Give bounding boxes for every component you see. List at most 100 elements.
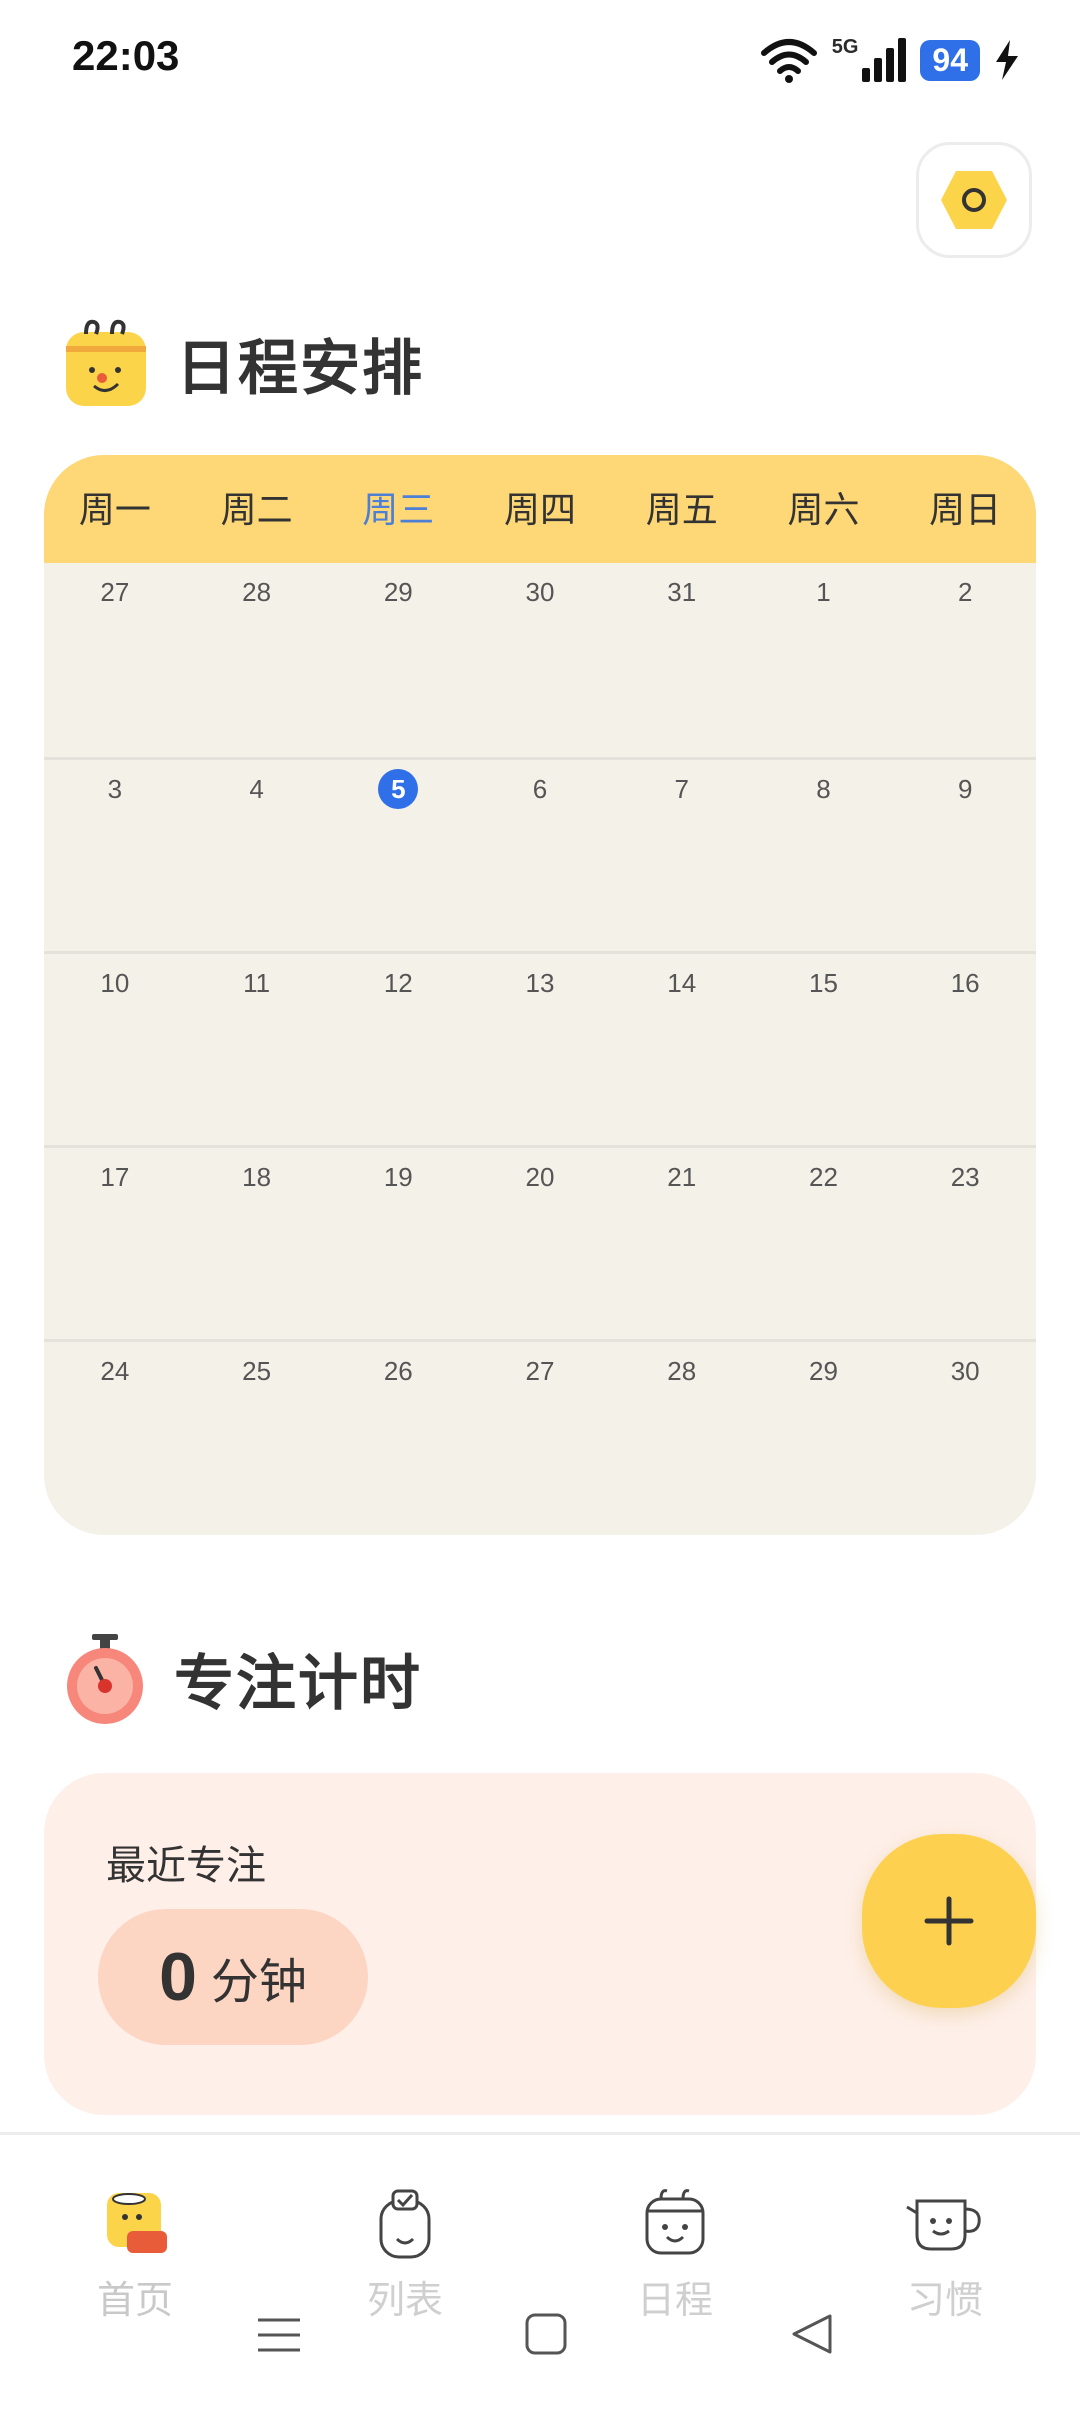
calendar-day-cell[interactable]: 24 bbox=[44, 1342, 186, 1533]
calendar-day-number: 13 bbox=[525, 968, 555, 998]
menu-icon[interactable] bbox=[256, 2312, 302, 2358]
calendar-day-number: 20 bbox=[525, 1162, 555, 1192]
calendar-day-cell[interactable]: 22 bbox=[753, 1148, 895, 1339]
calendar-week-row: 17 18 19 20 21 22 23 bbox=[44, 1145, 1036, 1339]
back-icon[interactable] bbox=[790, 2312, 834, 2356]
weekday-label: 周二 bbox=[220, 490, 293, 531]
calendar-day-cell[interactable]: 17 bbox=[44, 1148, 186, 1339]
calendar-day-number: 27 bbox=[100, 577, 130, 607]
calendar-day-cell[interactable]: 4 bbox=[186, 760, 328, 951]
weekday-label: 周四 bbox=[504, 490, 577, 531]
add-button[interactable] bbox=[862, 1834, 1036, 2008]
calendar-day-cell-today[interactable]: 5 bbox=[327, 760, 469, 951]
calendar-day-cell[interactable]: 20 bbox=[469, 1148, 611, 1339]
calendar-day-cell[interactable]: 27 bbox=[44, 563, 186, 757]
calendar-day-number: 10 bbox=[100, 968, 130, 998]
home-mascot-icon bbox=[107, 2193, 167, 2253]
calendar-day-cell[interactable]: 30 bbox=[894, 1342, 1036, 1533]
calendar-day-cell[interactable]: 8 bbox=[753, 760, 895, 951]
calendar-day-cell[interactable]: 7 bbox=[611, 760, 753, 951]
calendar-day-number: 31 bbox=[667, 577, 697, 607]
calendar-day-cell[interactable]: 31 bbox=[611, 563, 753, 757]
calendar-day-cell[interactable]: 12 bbox=[327, 954, 469, 1145]
calendar-day-number: 27 bbox=[525, 1356, 555, 1386]
calendar-week-row: 3 4 5 6 7 8 9 bbox=[44, 757, 1036, 951]
calendar-day-number: 26 bbox=[383, 1356, 413, 1386]
charging-icon bbox=[996, 40, 1018, 80]
calendar-day-number: 6 bbox=[532, 774, 548, 804]
calendar-day-number: 21 bbox=[667, 1162, 697, 1192]
calendar-day-number: 16 bbox=[950, 968, 980, 998]
calendar-week-row: 27 28 29 30 31 1 2 bbox=[44, 563, 1036, 757]
calendar-day-number: 8 bbox=[816, 774, 831, 804]
calendar-day-number: 9 bbox=[957, 774, 973, 804]
calendar-day-cell[interactable]: 19 bbox=[327, 1148, 469, 1339]
calendar-day-cell[interactable]: 13 bbox=[469, 954, 611, 1145]
stopwatch-icon bbox=[67, 1634, 143, 1724]
settings-button[interactable] bbox=[916, 142, 1032, 258]
signal-icon: 5G bbox=[831, 36, 907, 82]
calendar-day-number: 7 bbox=[674, 774, 689, 804]
calendar-day-cell[interactable]: 16 bbox=[894, 954, 1036, 1145]
network-type: 5G bbox=[831, 36, 859, 58]
calendar-day-cell[interactable]: 29 bbox=[753, 1342, 895, 1533]
calendar-day-cell[interactable]: 6 bbox=[469, 760, 611, 951]
calendar-day-number: 2 bbox=[957, 577, 973, 607]
calendar-day-cell[interactable]: 28 bbox=[611, 1342, 753, 1533]
calendar-day-cell[interactable]: 1 bbox=[753, 563, 895, 757]
focus-minutes: 0 bbox=[159, 1939, 197, 2015]
calendar-day-cell[interactable]: 14 bbox=[611, 954, 753, 1145]
calendar-week-row: 24 25 26 27 28 29 30 bbox=[44, 1339, 1036, 1533]
calendar-day-cell[interactable]: 27 bbox=[469, 1342, 611, 1533]
calendar-day-number: 30 bbox=[950, 1356, 980, 1386]
calendar-mascot-icon bbox=[645, 2189, 705, 2255]
focus-section-header: 专注计时 bbox=[64, 1632, 422, 1724]
settings-hex-icon bbox=[941, 171, 1007, 229]
status-icons: 5G 94 bbox=[760, 34, 1020, 86]
calendar-day-cell[interactable]: 15 bbox=[753, 954, 895, 1145]
calendar-weekday-header: 周一 周二 周三 周四 周五 周六 周日 bbox=[44, 455, 1036, 563]
calendar-day-cell[interactable]: 18 bbox=[186, 1148, 328, 1339]
status-time: 22:03 bbox=[72, 32, 180, 79]
calendar-day-cell[interactable]: 29 bbox=[327, 563, 469, 757]
calendar-day-cell[interactable]: 2 bbox=[894, 563, 1036, 757]
calendar-day-number: 25 bbox=[242, 1356, 272, 1386]
calendar-day-cell[interactable]: 9 bbox=[894, 760, 1036, 951]
calendar-day-number: 14 bbox=[667, 968, 697, 998]
calendar-day-cell[interactable]: 10 bbox=[44, 954, 186, 1145]
calendar-day-cell[interactable]: 28 bbox=[186, 563, 328, 757]
calendar-day-number: 11 bbox=[243, 968, 271, 998]
calendar-day-number: 23 bbox=[950, 1162, 980, 1192]
calendar-day-number: 28 bbox=[242, 577, 272, 607]
home-square-icon[interactable] bbox=[524, 2312, 568, 2356]
calendar-day-cell[interactable]: 3 bbox=[44, 760, 186, 951]
calendar-day-number: 15 bbox=[808, 968, 838, 998]
schedule-section-header: 日程安排 bbox=[64, 318, 424, 408]
calendar-day-number: 29 bbox=[383, 577, 413, 607]
wifi-icon bbox=[760, 39, 817, 83]
calendar-day-number: 1 bbox=[816, 577, 831, 607]
calendar-body: 27 28 29 30 31 1 2 3 4 5 6 7 8 9 10 11 12 13 14 15 16 17 18 19 2… bbox=[44, 563, 1036, 1533]
calendar-week-row: 10 11 12 13 14 15 16 bbox=[44, 951, 1036, 1145]
battery-icon: 94 bbox=[920, 39, 980, 81]
calendar-day-number: 19 bbox=[383, 1162, 413, 1192]
habit-mascot-icon bbox=[906, 2199, 981, 2251]
calendar-day-cell[interactable]: 23 bbox=[894, 1148, 1036, 1339]
weekday-label: 周五 bbox=[645, 490, 718, 531]
recent-focus-label: 最近专注 bbox=[106, 1843, 266, 1889]
calendar-day-number: 30 bbox=[525, 577, 555, 607]
calendar-day-number: 4 bbox=[249, 774, 264, 804]
weekday-label-active: 周三 bbox=[362, 490, 435, 531]
calendar-day-number: 17 bbox=[100, 1162, 130, 1192]
calendar-day-cell[interactable]: 30 bbox=[469, 563, 611, 757]
calendar-day-cell[interactable]: 26 bbox=[327, 1342, 469, 1533]
calendar-day-cell[interactable]: 11 bbox=[186, 954, 328, 1145]
weekday-label: 周六 bbox=[787, 490, 860, 531]
list-mascot-icon bbox=[379, 2189, 431, 2259]
weekday-label: 周一 bbox=[78, 490, 151, 531]
calendar-day-cell[interactable]: 25 bbox=[186, 1342, 328, 1533]
plus-icon bbox=[924, 1896, 974, 1946]
calendar-day-cell[interactable]: 21 bbox=[611, 1148, 753, 1339]
calendar-day-number: 22 bbox=[808, 1162, 838, 1192]
calendar-day-number: 12 bbox=[383, 968, 413, 998]
